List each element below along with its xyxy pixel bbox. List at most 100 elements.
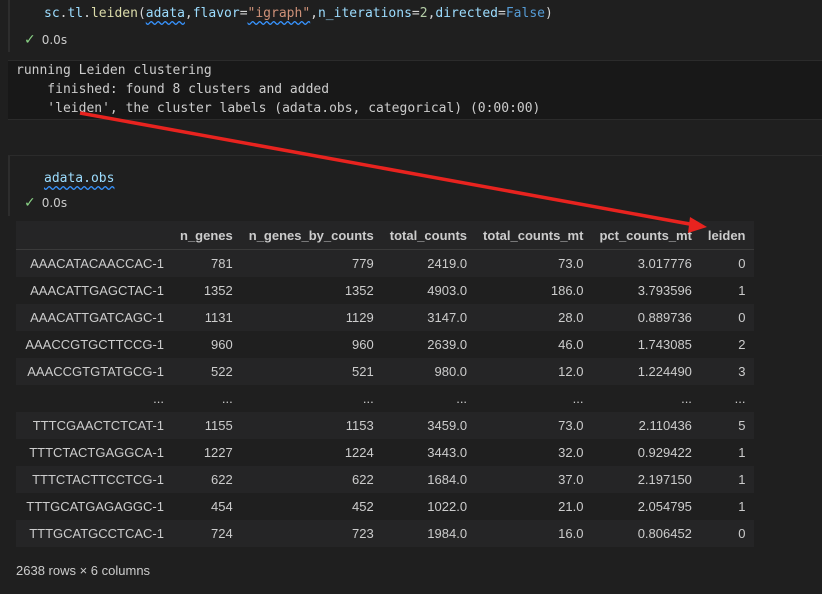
table-cell: 3.017776 [591,249,700,277]
table-cell: 1153 [240,412,382,439]
table-cell: 37.0 [475,466,592,493]
table-cell: 2.110436 [591,412,700,439]
table-cell: 2.054795 [591,493,700,520]
table-cell: 28.0 [475,304,592,331]
table-row: ..................... [16,385,754,412]
table-cell: 622 [172,466,241,493]
column-header-leiden: leiden [699,221,754,250]
table-cell: 1352 [240,277,382,304]
code-line-adata-obs[interactable]: adata.obs [44,171,114,186]
table-cell: 3459.0 [381,412,476,439]
row-index-cell: TTTGCATGCCTCAC-1 [16,520,172,547]
table-cell: 4903.0 [381,277,476,304]
row-index-cell: AAACATACAACCAC-1 [16,249,172,277]
table-cell: 2 [699,331,754,358]
output-line: running Leiden clustering [16,63,212,78]
table-row: AAACCGTGCTTCCG-1 960 960 2639.0 46.0 1.743085… [16,331,754,358]
table-cell: 0.929422 [591,439,700,466]
table-cell: 1984.0 [381,520,476,547]
table-shape-info: 2638 rows × 6 columns [16,563,151,578]
table-cell: 1.224490 [591,358,700,385]
table-cell: 1 [699,466,754,493]
row-index-cell: TTTCGAACTCTCAT-1 [16,412,172,439]
table-cell: 0.806452 [591,520,700,547]
exec-time: 0.0s [41,33,68,47]
table-cell: 0 [699,304,754,331]
code-token: directed [435,6,499,21]
table-cell: 1131 [172,304,241,331]
check-icon: ✓ [24,32,36,48]
code-line-leiden-call[interactable]: sc.tl.leiden(adata,flavor="igraph",n_ite… [44,6,553,21]
column-header-index [16,221,172,250]
table-cell: 3 [699,358,754,385]
table-cell: 1227 [172,439,241,466]
cell-output: running Leiden clustering finished: foun… [8,60,822,120]
check-icon: ✓ [24,195,36,211]
row-index-cell: AAACATTGATCAGC-1 [16,304,172,331]
table-cell: 3.793596 [591,277,700,304]
row-index-cell: AAACATTGAGCTAC-1 [16,277,172,304]
table-row: AAACCGTGTATGCG-1 522 521 980.0 12.0 1.224490 3 [16,358,754,385]
code-cell-adata-obs[interactable]: adata.obs ✓ 0.0s [8,155,822,216]
code-token: tl [67,6,84,21]
table-cell: 980.0 [381,358,476,385]
code-token: = [498,6,506,21]
code-token: "igraph" [247,6,311,21]
table-cell: 723 [240,520,382,547]
table-cell: ... [699,385,754,412]
code-token: 2 [419,6,428,21]
row-index-cell: TTTGCATGAGAGGC-1 [16,493,172,520]
output-line: 'leiden', the cluster labels (adata.obs,… [16,101,541,116]
table-row: TTTCGAACTCTCAT-1 1155 1153 3459.0 73.0 2.1104… [16,412,754,439]
code-token: = [411,6,420,21]
code-token: = [239,6,248,21]
table-cell: 5 [699,412,754,439]
table-cell: 16.0 [475,520,592,547]
row-index-cell: AAACCGTGTATGCG-1 [16,358,172,385]
table-cell: 2639.0 [381,331,476,358]
code-token: , [184,6,193,21]
code-token: flavor [192,6,240,21]
table-cell: 2419.0 [381,249,476,277]
code-token: . [83,6,91,21]
table-cell: 1 [699,277,754,304]
row-index-cell: TTTCTACTTCCTCG-1 [16,466,172,493]
column-header-total-counts-mt: total_counts_mt [475,221,592,250]
table-row: AAACATTGAGCTAC-1 1352 1352 4903.0 186.0 3.793… [16,277,754,304]
table-row: AAACATTGATCAGC-1 1131 1129 3147.0 28.0 0.8897… [16,304,754,331]
output-line: finished: found 8 clusters and added [16,82,330,97]
code-token: ) [544,6,553,21]
code-cell-leiden[interactable]: sc.tl.leiden(adata,flavor="igraph",n_ite… [8,0,822,52]
dataframe-table: n_genes n_genes_by_counts total_counts t… [16,221,754,547]
code-token: , [310,6,318,21]
code-token: adata [145,6,185,21]
table-cell: 622 [240,466,382,493]
table-cell: 12.0 [475,358,592,385]
table-cell: 73.0 [475,412,592,439]
table-header-row: n_genes n_genes_by_counts total_counts t… [16,221,754,250]
table-cell: 781 [172,249,241,277]
table-cell: 21.0 [475,493,592,520]
code-token: n_iterations [317,6,412,21]
table-cell: 724 [172,520,241,547]
exec-time: 0.0s [41,196,68,210]
code-token: False [505,6,545,21]
row-index-cell: AAACCGTGCTTCCG-1 [16,331,172,358]
row-index-cell: ... [16,385,172,412]
column-header-n-genes: n_genes [172,221,241,250]
code-token: sc [44,6,60,21]
table-cell: 1 [699,493,754,520]
table-cell: 3443.0 [381,439,476,466]
table-cell: 46.0 [475,331,592,358]
execution-status: ✓ 0.0s [24,195,67,211]
table-cell: 779 [240,249,382,277]
table-cell: 521 [240,358,382,385]
table-cell: ... [240,385,382,412]
table-cell: 452 [240,493,382,520]
table-cell: 186.0 [475,277,592,304]
table-cell: 73.0 [475,249,592,277]
table-row: AAACATACAACCAC-1 781 779 2419.0 73.0 3.017776… [16,249,754,277]
code-token: ( [137,6,146,21]
table-cell: 1.743085 [591,331,700,358]
table-cell: 960 [172,331,241,358]
